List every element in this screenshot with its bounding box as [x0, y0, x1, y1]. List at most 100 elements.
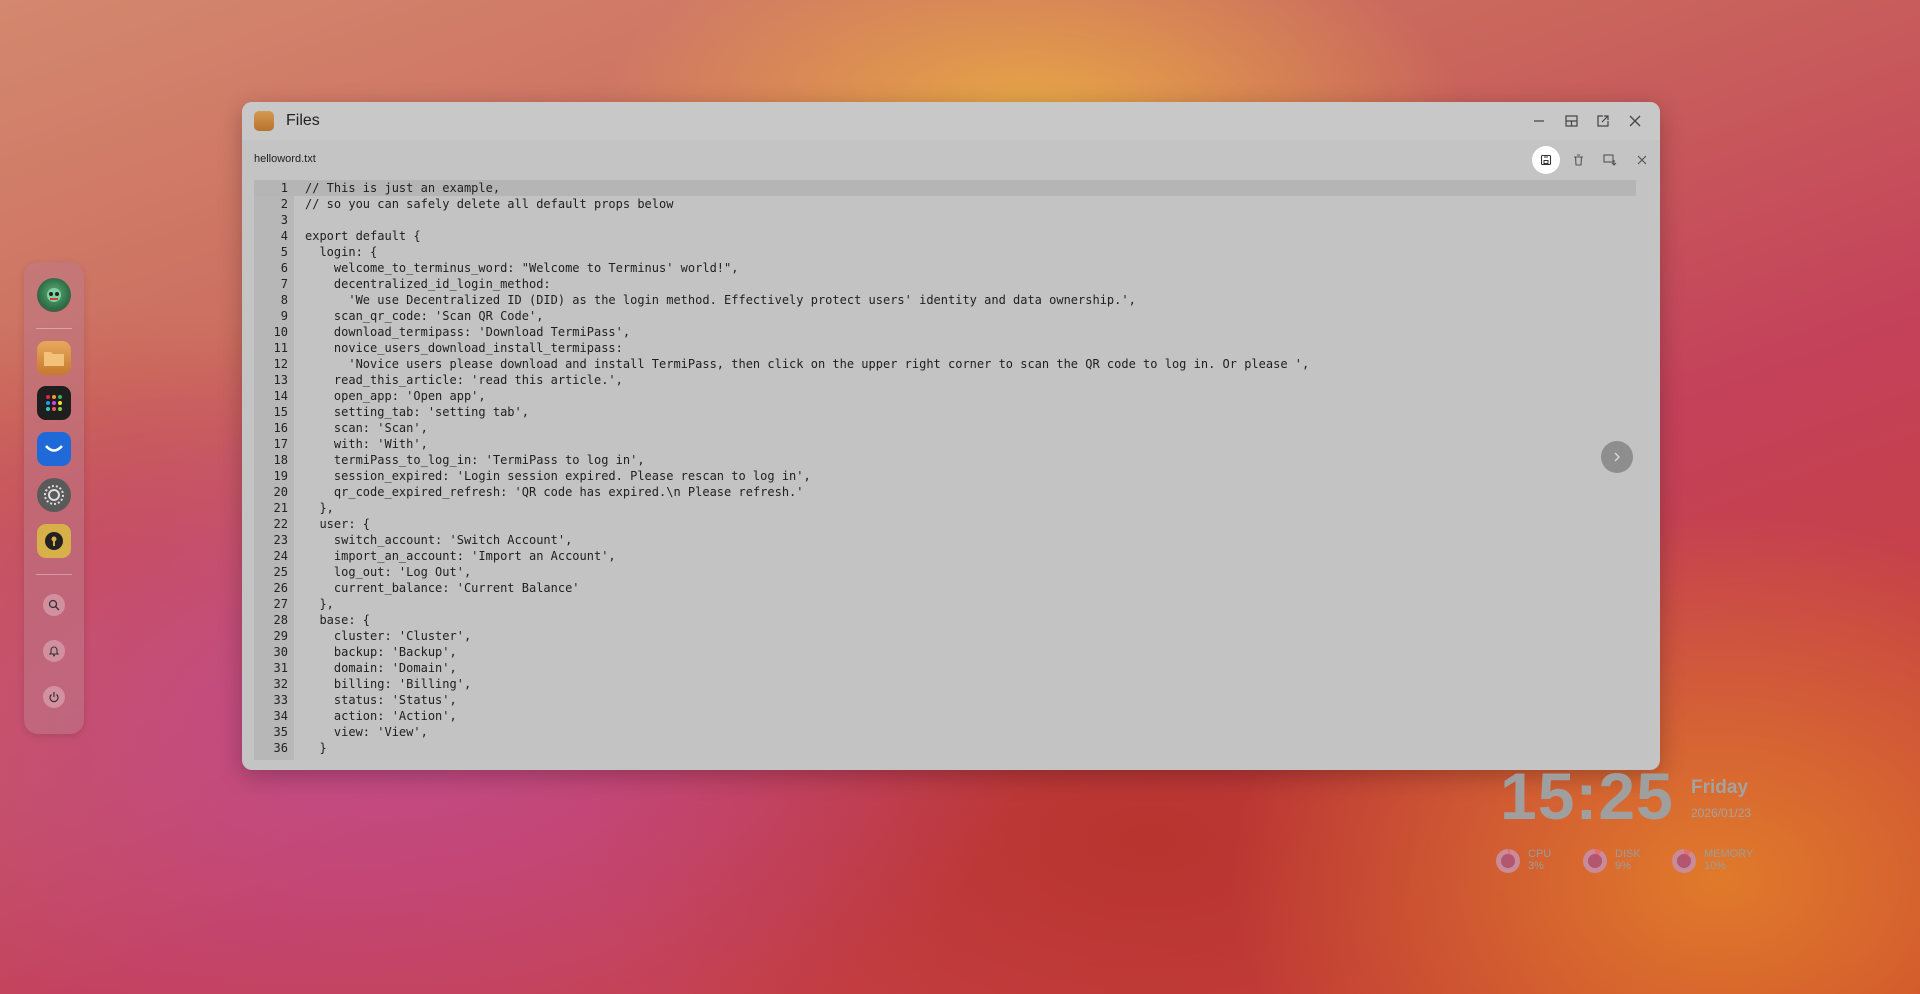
maximize-button[interactable]: [1560, 110, 1582, 132]
line-number: 33: [273, 693, 288, 707]
code-line[interactable]: 30 backup: 'Backup',: [254, 644, 1636, 660]
code-line[interactable]: 27 },: [254, 596, 1636, 612]
code-line[interactable]: 3: [254, 212, 1636, 228]
code-content[interactable]: 1 // This is just an example, 2 // so you c…: [254, 180, 1636, 756]
power-icon: [49, 692, 59, 703]
code-line[interactable]: 33 status: 'Status',: [254, 692, 1636, 708]
code-line[interactable]: 11 novice_users_download_install_termipa…: [254, 340, 1636, 356]
line-number: 32: [273, 677, 288, 691]
line-text: // This is just an example,: [305, 181, 501, 195]
code-line[interactable]: 14 open_app: 'Open app',: [254, 388, 1636, 404]
disk-usage-ring: [1583, 849, 1607, 873]
settings-icon[interactable]: [37, 478, 71, 512]
code-line[interactable]: 9 scan_qr_code: 'Scan QR Code',: [254, 308, 1636, 324]
code-line[interactable]: 6 welcome_to_terminus_word: "Welcome to …: [254, 260, 1636, 276]
files-app-icon: [254, 111, 274, 131]
line-text: billing: 'Billing',: [305, 677, 472, 691]
power-button[interactable]: [43, 686, 65, 708]
window-titlebar: Files: [242, 102, 1660, 140]
memory-usage-ring: [1672, 849, 1696, 873]
minimize-button[interactable]: [1528, 110, 1550, 132]
files-app-icon[interactable]: [37, 341, 71, 375]
line-text: setting_tab: 'setting tab',: [305, 405, 529, 419]
line-text: with: 'With',: [305, 437, 428, 451]
avatar[interactable]: [37, 278, 71, 312]
code-line[interactable]: 23 switch_account: 'Switch Account',: [254, 532, 1636, 548]
line-number: 16: [273, 421, 288, 435]
code-line[interactable]: 1 // This is just an example,: [254, 180, 1636, 196]
next-file-button[interactable]: [1601, 441, 1633, 473]
files-window: Files helloword.txt 1 // This is just an …: [242, 102, 1660, 770]
file-name: helloword.txt: [254, 153, 316, 165]
code-line[interactable]: 21 },: [254, 500, 1636, 516]
code-line[interactable]: 13 read_this_article: 'read this article…: [254, 372, 1636, 388]
popout-button[interactable]: [1592, 110, 1614, 132]
line-text: 'Novice users please download and instal…: [305, 357, 1310, 371]
line-number: 4: [280, 229, 288, 243]
line-number: 18: [273, 453, 288, 467]
notification-button[interactable]: [43, 640, 65, 662]
line-number: 26: [273, 581, 288, 595]
line-number: 15: [273, 405, 288, 419]
delete-button[interactable]: [1564, 146, 1592, 174]
line-text: session_expired: 'Login session expired.…: [305, 469, 811, 483]
code-line[interactable]: 16 scan: 'Scan',: [254, 420, 1636, 436]
code-line[interactable]: 19 session_expired: 'Login session expir…: [254, 468, 1636, 484]
line-text: base: {: [305, 613, 371, 627]
code-line[interactable]: 22 user: {: [254, 516, 1636, 532]
line-number: 7: [280, 277, 288, 291]
code-line[interactable]: 4 export default {: [254, 228, 1636, 244]
code-line[interactable]: 2 // so you can safely delete all default…: [254, 196, 1636, 212]
code-line[interactable]: 34 action: 'Action',: [254, 708, 1636, 724]
code-line[interactable]: 26 current_balance: 'Current Balance': [254, 580, 1636, 596]
line-number: 19: [273, 469, 288, 483]
save-button[interactable]: [1532, 146, 1560, 174]
delete-icon: [1573, 154, 1583, 166]
line-text: action: 'Action',: [305, 709, 457, 723]
code-line[interactable]: 36 }: [254, 740, 1636, 756]
line-text: login: {: [305, 245, 378, 259]
code-line[interactable]: 15 setting_tab: 'setting tab',: [254, 404, 1636, 420]
file-close-button[interactable]: [1628, 146, 1656, 174]
line-text: cluster: 'Cluster',: [305, 629, 472, 643]
line-text: user: {: [305, 517, 371, 531]
code-editor[interactable]: 1 // This is just an example, 2 // so you c…: [254, 180, 1648, 760]
download-button[interactable]: [1596, 146, 1624, 174]
line-text: download_termipass: 'Download TermiPass'…: [305, 325, 631, 339]
line-number: 9: [280, 309, 288, 323]
launchpad-icon[interactable]: [37, 386, 71, 420]
code-line[interactable]: 20 qr_code_expired_refresh: 'QR code has…: [254, 484, 1636, 500]
vault-icon[interactable]: [37, 524, 71, 558]
line-number: 14: [273, 389, 288, 403]
code-line[interactable]: 29 cluster: 'Cluster',: [254, 628, 1636, 644]
code-line[interactable]: 31 domain: 'Domain',: [254, 660, 1636, 676]
code-line[interactable]: 12 'Novice users please download and ins…: [254, 356, 1636, 372]
line-text: domain: 'Domain',: [305, 661, 457, 675]
popout-icon: [1597, 115, 1609, 127]
line-text: 'We use Decentralized ID (DID) as the lo…: [305, 293, 1136, 307]
code-line[interactable]: 17 with: 'With',: [254, 436, 1636, 452]
code-line[interactable]: 35 view: 'View',: [254, 724, 1636, 740]
code-line[interactable]: 10 download_termipass: 'Download TermiPa…: [254, 324, 1636, 340]
line-number: 10: [273, 325, 288, 339]
code-line[interactable]: 7 decentralized_id_login_method:: [254, 276, 1636, 292]
code-line[interactable]: 28 base: {: [254, 612, 1636, 628]
market-icon[interactable]: [37, 432, 71, 466]
line-number: 34: [273, 709, 288, 723]
search-icon: [48, 599, 60, 611]
code-line[interactable]: 25 log_out: 'Log Out',: [254, 564, 1636, 580]
code-line[interactable]: 8 'We use Decentralized ID (DID) as the …: [254, 292, 1636, 308]
code-line[interactable]: 24 import_an_account: 'Import an Account…: [254, 548, 1636, 564]
clock-time: 15:25: [1500, 759, 1674, 833]
robot-avatar-icon: [47, 288, 61, 302]
search-button[interactable]: [43, 594, 65, 616]
line-text: novice_users_download_install_termipass:: [305, 341, 623, 355]
window-close-button[interactable]: [1624, 110, 1646, 132]
code-line[interactable]: 5 login: {: [254, 244, 1636, 260]
code-line[interactable]: 18 termiPass_to_log_in: 'TermiPass to lo…: [254, 452, 1636, 468]
code-line[interactable]: 32 billing: 'Billing',: [254, 676, 1636, 692]
line-text: decentralized_id_login_method:: [305, 277, 551, 291]
line-number: 6: [280, 261, 288, 275]
line-number: 36: [273, 741, 288, 755]
cpu-label: CPU: [1528, 848, 1552, 860]
